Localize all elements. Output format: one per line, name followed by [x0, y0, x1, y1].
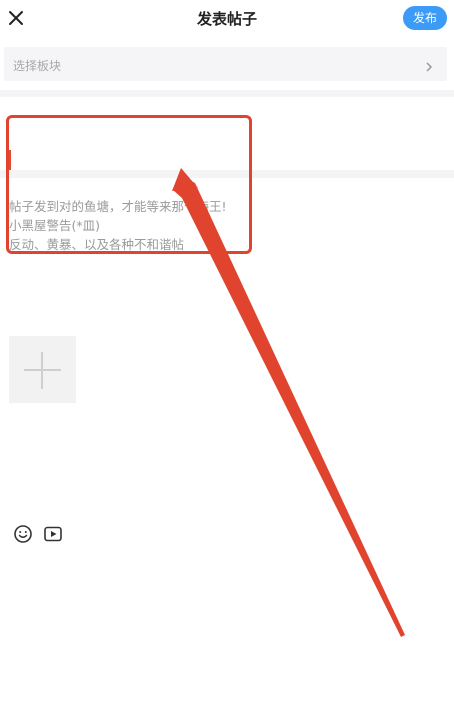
video-icon	[44, 526, 62, 542]
video-button[interactable]	[43, 524, 63, 544]
text-caret	[9, 150, 11, 170]
add-image-button[interactable]	[9, 336, 76, 403]
plus-icon	[41, 352, 43, 389]
emoji-button[interactable]	[13, 524, 33, 544]
content-hint-line: 帖子发到对的鱼塘，才能等来那个海王!	[9, 199, 227, 214]
emoji-icon	[14, 525, 32, 543]
section-divider	[0, 170, 454, 178]
top-bar: 发表帖子 发布	[0, 0, 454, 36]
post-title-input[interactable]	[8, 118, 450, 166]
post-content-area[interactable]: 帖子发到对的鱼塘，才能等来那个海王! 小黑屋警告(*皿) 反动、黄暴、以及各种不…	[9, 197, 227, 254]
content-hint-line: 反动、黄暴、以及各种不和谐帖	[9, 237, 185, 252]
board-selector[interactable]: 选择板块	[4, 47, 447, 81]
section-divider	[0, 90, 454, 97]
page-title: 发表帖子	[196, 10, 257, 28]
board-selector-placeholder: 选择板块	[13, 59, 62, 73]
content-hint-line: 小黑屋警告(*皿)	[9, 218, 101, 233]
publish-button[interactable]: 发布	[403, 6, 447, 30]
post-editor-page: 发表帖子 发布 选择板块 帖子发到对的鱼塘，才能等来那个海王! 小黑屋警告(*皿…	[0, 0, 454, 714]
chevron-right-icon	[425, 58, 433, 77]
